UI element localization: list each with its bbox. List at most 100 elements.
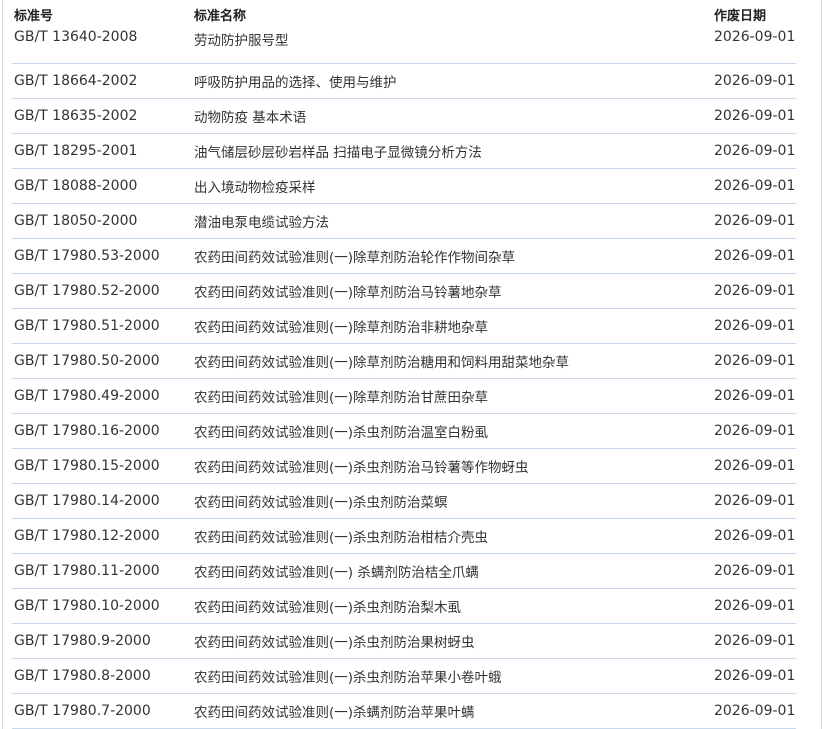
abolished-standards-table: 标准号 标准名称 作废日期 GB/T 13640-2008 劳动防护服号型 2026… [12, 0, 796, 729]
table-row: GB/T 17980.9-2000 农药田间药效试验准则(一)杀虫剂防治果树蚜虫 2… [12, 623, 796, 659]
abolish-date-cell: 2026-09-01 [712, 693, 796, 729]
standard-name-cell: 农药田间药效试验准则(一)除草剂防治非耕地杂草 [192, 308, 712, 344]
standard-code-cell: GB/T 17980.11-2000 [12, 553, 192, 589]
abolish-date-cell: 2026-09-01 [712, 518, 796, 554]
standard-code-link[interactable]: GB/T 18664-2002 [14, 73, 137, 89]
abolish-date-cell: 2026-09-01 [712, 413, 796, 449]
standard-name-cell: 农药田间药效试验准则(一)杀虫剂防治马铃薯等作物蚜虫 [192, 448, 712, 484]
table-row: GB/T 17980.12-2000 农药田间药效试验准则(一)杀虫剂防治柑桔介壳… [12, 518, 796, 554]
standard-code-link[interactable]: GB/T 17980.7-2000 [14, 703, 151, 719]
standard-code-cell: GB/T 17980.14-2000 [12, 483, 192, 519]
standard-name-cell: 动物防疫 基本术语 [192, 98, 712, 134]
standard-code-cell: GB/T 17980.8-2000 [12, 658, 192, 694]
standard-code-link[interactable]: GB/T 18088-2000 [14, 178, 137, 194]
standard-code-link[interactable]: GB/T 18635-2002 [14, 108, 137, 124]
standard-code-cell: GB/T 17980.16-2000 [12, 413, 192, 449]
abolish-date-cell: 2026-09-01 [712, 553, 796, 589]
standard-name-cell: 出入境动物检疫采样 [192, 168, 712, 204]
standard-code-cell: GB/T 17980.10-2000 [12, 588, 192, 624]
table-row: GB/T 17980.14-2000 农药田间药效试验准则(一)杀虫剂防治菜螟 20… [12, 483, 796, 519]
standard-code-cell: GB/T 18295-2001 [12, 133, 192, 169]
standard-code-link[interactable]: GB/T 17980.49-2000 [14, 388, 160, 404]
standard-name-cell: 农药田间药效试验准则(一)杀虫剂防治苹果小卷叶蛾 [192, 658, 712, 694]
standard-name-cell: 农药田间药效试验准则(一)杀虫剂防治梨木虱 [192, 588, 712, 624]
standard-name-cell: 劳动防护服号型 [192, 29, 712, 64]
standard-code-link[interactable]: GB/T 18295-2001 [14, 143, 137, 159]
header-standard-name: 标准名称 [194, 9, 247, 24]
standard-code-cell: GB/T 17980.7-2000 [12, 693, 192, 729]
table-row: GB/T 17980.8-2000 农药田间药效试验准则(一)杀虫剂防治苹果小卷叶… [12, 658, 796, 694]
standard-name-cell: 农药田间药效试验准则(一)杀虫剂防治温室白粉虱 [192, 413, 712, 449]
table-row: GB/T 17980.11-2000 农药田间药效试验准则(一) 杀螨剂防治桔全爪… [12, 553, 796, 589]
standard-code-cell: GB/T 17980.15-2000 [12, 448, 192, 484]
table-row: GB/T 17980.52-2000 农药田间药效试验准则(一)除草剂防治马铃薯地… [12, 273, 796, 309]
standard-code-cell: GB/T 17980.51-2000 [12, 308, 192, 344]
table-row: GB/T 17980.15-2000 农药田间药效试验准则(一)杀虫剂防治马铃薯等… [12, 448, 796, 484]
standard-code-cell: GB/T 18635-2002 [12, 98, 192, 134]
table-row: GB/T 17980.49-2000 农药田间药效试验准则(一)除草剂防治甘蔗田杂… [12, 378, 796, 414]
standard-code-cell: GB/T 13640-2008 [12, 29, 192, 64]
table-row: GB/T 17980.51-2000 农药田间药效试验准则(一)除草剂防治非耕地杂… [12, 308, 796, 344]
standard-code-link[interactable]: GB/T 17980.12-2000 [14, 528, 160, 544]
abolish-date-cell: 2026-09-01 [712, 658, 796, 694]
abolish-date-cell: 2026-09-01 [712, 98, 796, 134]
standard-code-link[interactable]: GB/T 17980.15-2000 [14, 458, 160, 474]
table-row: GB/T 17980.53-2000 农药田间药效试验准则(一)除草剂防治轮作作物… [12, 238, 796, 274]
standard-code-cell: GB/T 18088-2000 [12, 168, 192, 204]
standard-code-link[interactable]: GB/T 13640-2008 [14, 29, 137, 45]
standard-code-link[interactable]: GB/T 17980.10-2000 [14, 598, 160, 614]
table-row: GB/T 17980.16-2000 农药田间药效试验准则(一)杀虫剂防治温室白粉… [12, 413, 796, 449]
standard-code-link[interactable]: GB/T 17980.9-2000 [14, 633, 151, 649]
standard-code-cell: GB/T 17980.49-2000 [12, 378, 192, 414]
standard-name-cell: 农药田间药效试验准则(一)除草剂防治甘蔗田杂草 [192, 378, 712, 414]
standard-name-cell: 农药田间药效试验准则(一) 杀螨剂防治桔全爪螨 [192, 553, 712, 589]
standard-name-cell: 农药田间药效试验准则(一)杀虫剂防治柑桔介壳虫 [192, 518, 712, 554]
abolish-date-cell: 2026-09-01 [712, 133, 796, 169]
abolish-date-cell: 2026-09-01 [712, 378, 796, 414]
standard-code-cell: GB/T 17980.12-2000 [12, 518, 192, 554]
abolish-date-cell: 2026-09-01 [712, 273, 796, 309]
table-row: GB/T 17980.10-2000 农药田间药效试验准则(一)杀虫剂防治梨木虱 2… [12, 588, 796, 624]
standard-code-link[interactable]: GB/T 17980.52-2000 [14, 283, 160, 299]
header-standard-code: 标准号 [14, 9, 54, 24]
abolish-date-cell: 2026-09-01 [712, 29, 796, 64]
table-row: GB/T 18295-2001 油气储层砂层砂岩样品 扫描电子显微镜分析方法 202… [12, 133, 796, 169]
abolish-date-cell: 2026-09-01 [712, 343, 796, 379]
standard-code-link[interactable]: GB/T 17980.8-2000 [14, 668, 151, 684]
standard-code-link[interactable]: GB/T 18050-2000 [14, 213, 137, 229]
standard-code-link[interactable]: GB/T 17980.14-2000 [14, 493, 160, 509]
standard-name-cell: 农药田间药效试验准则(一)杀虫剂防治菜螟 [192, 483, 712, 519]
table-header-row: 标准号 标准名称 作废日期 [12, 0, 796, 29]
standard-code-cell: GB/T 17980.53-2000 [12, 238, 192, 274]
abolish-date-cell: 2026-09-01 [712, 588, 796, 624]
abolish-date-cell: 2026-09-01 [712, 308, 796, 344]
standard-code-cell: GB/T 17980.52-2000 [12, 273, 192, 309]
abolish-date-cell: 2026-09-01 [712, 203, 796, 239]
abolish-date-cell: 2026-09-01 [712, 448, 796, 484]
abolish-date-cell: 2026-09-01 [712, 168, 796, 204]
standard-name-cell: 呼吸防护用品的选择、使用与维护 [192, 63, 712, 99]
table-row: GB/T 13640-2008 劳动防护服号型 2026-09-01 [12, 29, 796, 64]
table-row: GB/T 18088-2000 出入境动物检疫采样 2026-09-01 [12, 168, 796, 204]
standard-name-cell: 农药田间药效试验准则(一)杀虫剂防治果树蚜虫 [192, 623, 712, 659]
standard-name-cell: 潜油电泵电缆试验方法 [192, 203, 712, 239]
standard-name-cell: 农药田间药效试验准则(一)除草剂防治马铃薯地杂草 [192, 273, 712, 309]
abolish-date-cell: 2026-09-01 [712, 623, 796, 659]
standard-code-cell: GB/T 18050-2000 [12, 203, 192, 239]
standard-name-cell: 农药田间药效试验准则(一)杀螨剂防治苹果叶螨 [192, 693, 712, 729]
standard-code-link[interactable]: GB/T 17980.51-2000 [14, 318, 160, 334]
table-row: GB/T 17980.50-2000 农药田间药效试验准则(一)除草剂防治糖用和饲… [12, 343, 796, 379]
table-row: GB/T 18664-2002 呼吸防护用品的选择、使用与维护 2026-09-01 [12, 63, 796, 99]
standard-code-link[interactable]: GB/T 17980.16-2000 [14, 423, 160, 439]
header-abolish-date: 作废日期 [714, 9, 767, 24]
standard-code-cell: GB/T 18664-2002 [12, 63, 192, 99]
standard-name-cell: 农药田间药效试验准则(一)除草剂防治轮作作物间杂草 [192, 238, 712, 274]
standard-code-cell: GB/T 17980.9-2000 [12, 623, 192, 659]
page: 标准号 标准名称 作废日期 GB/T 13640-2008 劳动防护服号型 2026… [0, 0, 826, 729]
standard-code-link[interactable]: GB/T 17980.11-2000 [14, 563, 160, 579]
standard-code-link[interactable]: GB/T 17980.53-2000 [14, 248, 160, 264]
standard-code-cell: GB/T 17980.50-2000 [12, 343, 192, 379]
abolish-date-cell: 2026-09-01 [712, 238, 796, 274]
standard-code-link[interactable]: GB/T 17980.50-2000 [14, 353, 160, 369]
table-row: GB/T 18050-2000 潜油电泵电缆试验方法 2026-09-01 [12, 203, 796, 239]
